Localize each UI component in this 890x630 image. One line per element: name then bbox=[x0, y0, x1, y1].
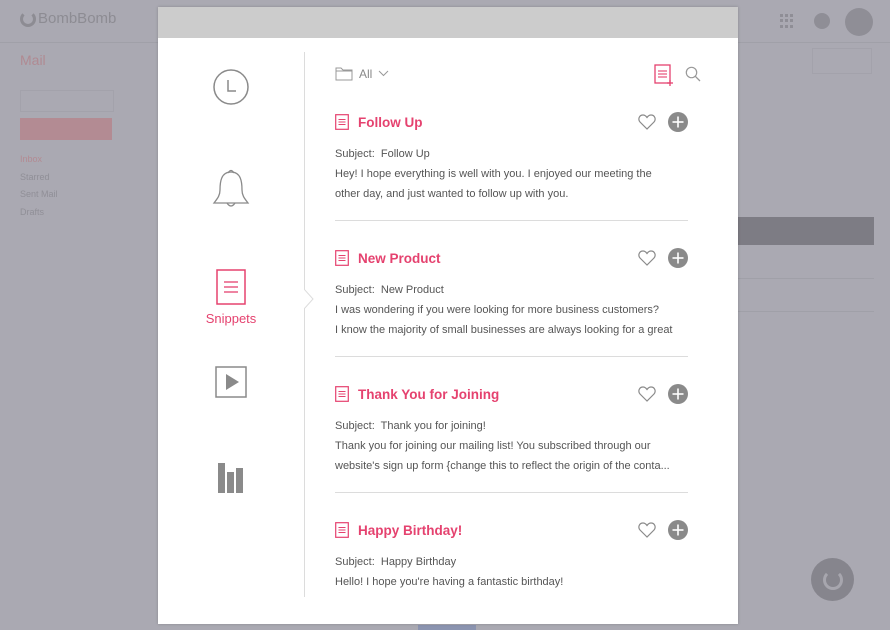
snippet-header: Happy Birthday! bbox=[335, 518, 688, 542]
snippet-body: I was wondering if you were looking for … bbox=[335, 304, 673, 336]
snippet-header: New Product bbox=[335, 246, 688, 270]
search-button[interactable] bbox=[685, 66, 701, 87]
heart-icon[interactable] bbox=[638, 114, 656, 130]
snippet-title[interactable]: Happy Birthday! bbox=[358, 523, 462, 538]
heart-icon[interactable] bbox=[638, 386, 656, 402]
snippets-panel: All Follow Up Subject: Follow Up Hey! I … bbox=[335, 38, 705, 588]
rail-label-snippets: Snippets bbox=[205, 311, 257, 326]
avatar bbox=[845, 8, 873, 36]
background-divider bbox=[738, 278, 874, 279]
snippet-header: Thank You for Joining bbox=[335, 382, 688, 406]
snippet-subject: Subject: New Product bbox=[335, 284, 444, 296]
snippet-actions bbox=[638, 112, 688, 132]
snippet-header: Follow Up bbox=[335, 110, 688, 134]
snippet-item[interactable]: Follow Up Subject: Follow Up Hey! I hope… bbox=[335, 110, 688, 221]
background-nav: Inbox Starred Sent Mail Drafts bbox=[20, 151, 58, 221]
side-rail: Snippets bbox=[158, 38, 304, 624]
background-compose-button bbox=[20, 118, 112, 140]
add-icon[interactable] bbox=[668, 384, 688, 404]
snippet-title[interactable]: New Product bbox=[358, 251, 441, 266]
modal-header bbox=[158, 7, 738, 38]
new-snippet-button[interactable] bbox=[654, 64, 674, 91]
folder-filter-value: All bbox=[359, 66, 373, 81]
background-bottom-tab bbox=[418, 625, 476, 630]
rail-item-recent[interactable] bbox=[158, 68, 304, 106]
snippet-title[interactable]: Thank You for Joining bbox=[358, 387, 499, 402]
heart-icon[interactable] bbox=[638, 522, 656, 538]
snippet-separator bbox=[335, 356, 688, 357]
bombbomb-logo: BombBomb bbox=[20, 10, 116, 27]
snippet-body: Thank you for joining our mailing list! … bbox=[335, 440, 670, 472]
background-button bbox=[812, 48, 872, 74]
rail-divider bbox=[304, 52, 305, 597]
snippet-actions bbox=[638, 384, 688, 404]
chevron-down-icon bbox=[378, 70, 389, 77]
snippet-subject: Subject: Follow Up bbox=[335, 148, 430, 160]
snippet-separator bbox=[335, 492, 688, 493]
snippet-subject: Subject: Thank you for joining! bbox=[335, 420, 486, 432]
folder-icon bbox=[335, 67, 353, 81]
nav-drafts: Drafts bbox=[20, 206, 45, 217]
heart-icon[interactable] bbox=[638, 250, 656, 266]
nav-starred: Starred bbox=[20, 171, 50, 182]
document-icon bbox=[216, 269, 246, 305]
snippet-actions bbox=[638, 520, 688, 540]
snippet-subject: Subject: Happy Birthday bbox=[335, 556, 457, 568]
snippet-body: Hello! I hope you're having a fantastic … bbox=[335, 576, 564, 588]
add-icon[interactable] bbox=[668, 112, 688, 132]
rail-item-snippets[interactable]: Snippets bbox=[158, 269, 304, 326]
active-indicator-notch bbox=[304, 289, 314, 309]
snippet-title[interactable]: Follow Up bbox=[358, 115, 423, 130]
snippet-item[interactable]: Thank You for Joining Subject: Thank you… bbox=[335, 382, 688, 493]
play-icon bbox=[215, 366, 247, 398]
folder-filter-dropdown[interactable]: All bbox=[335, 66, 389, 81]
background-selected-row bbox=[738, 217, 874, 245]
search-icon bbox=[685, 66, 701, 82]
background-divider bbox=[738, 311, 874, 312]
background-fab bbox=[811, 558, 854, 601]
new-snippet-icon bbox=[654, 64, 673, 86]
rail-item-videos[interactable] bbox=[158, 366, 304, 398]
bar-chart-icon bbox=[218, 463, 243, 493]
document-icon bbox=[335, 522, 349, 538]
notification-icon bbox=[814, 13, 830, 29]
document-icon bbox=[335, 386, 349, 402]
snippet-separator bbox=[335, 220, 688, 221]
rail-item-analytics[interactable] bbox=[158, 460, 304, 494]
document-icon bbox=[335, 114, 349, 130]
nav-inbox: Inbox bbox=[20, 154, 43, 164]
rail-item-notifications[interactable] bbox=[158, 166, 304, 210]
snippet-body: Hey! I hope everything is well with you.… bbox=[335, 168, 652, 200]
clock-icon bbox=[213, 69, 249, 105]
snippets-modal: Snippets All Follow Up Subject: Follow U… bbox=[158, 7, 738, 624]
mail-title: Mail bbox=[20, 52, 46, 68]
snippet-actions bbox=[638, 248, 688, 268]
snippets-toolbar: All bbox=[335, 38, 705, 86]
nav-sent: Sent Mail bbox=[20, 189, 58, 199]
logo-text: BombBomb bbox=[38, 10, 117, 27]
snippet-item[interactable]: Happy Birthday! Subject: Happy Birthday … bbox=[335, 518, 688, 592]
background-search bbox=[20, 90, 114, 112]
document-icon bbox=[335, 250, 349, 266]
bell-icon bbox=[212, 169, 250, 207]
add-icon[interactable] bbox=[668, 248, 688, 268]
snippet-item[interactable]: New Product Subject: New Product I was w… bbox=[335, 246, 688, 357]
apps-grid-icon bbox=[780, 14, 794, 28]
logo-icon bbox=[20, 10, 36, 27]
add-icon[interactable] bbox=[668, 520, 688, 540]
